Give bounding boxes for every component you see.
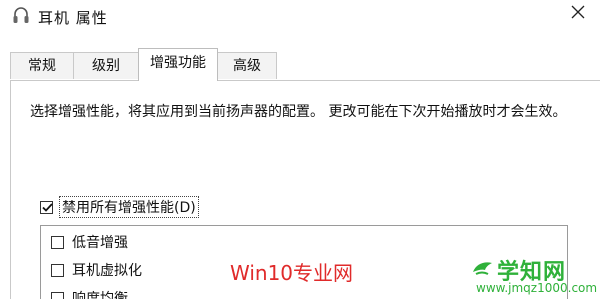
watermark-logo-url: www.jmqz1000.com xyxy=(476,281,598,295)
tab-enhancements[interactable]: 增强功能 xyxy=(138,48,218,81)
watermark-text: Win10专业网 xyxy=(230,261,354,285)
disable-all-enhancements-checkbox[interactable]: 禁用所有增强性能(D) xyxy=(40,196,199,218)
watermark-logo: 学知网 www.jmqz1000.com xyxy=(470,254,600,299)
tab-strip: 常规 级别 增强功能 高级 xyxy=(10,48,600,81)
close-button[interactable] xyxy=(560,0,594,28)
tab-advanced[interactable]: 高级 xyxy=(217,52,277,79)
close-icon xyxy=(571,5,585,19)
checkbox-unchecked[interactable] xyxy=(51,235,64,249)
list-item-headphone-virtualization[interactable]: 耳机虚拟化 xyxy=(51,259,142,281)
title-bar[interactable]: 耳机 属性 xyxy=(0,0,600,34)
properties-window: 耳机 属性 常规 级别 增强功能 高级 选择增强性能，将其应用到当前扬声器的配置… xyxy=(0,0,600,299)
window-title: 耳机 属性 xyxy=(38,9,108,27)
list-item-bass-boost[interactable]: 低音增强 xyxy=(51,231,128,253)
list-item-label: 响度均衡 xyxy=(72,291,128,299)
list-item-loudness-equalization[interactable]: 响度均衡 xyxy=(51,287,128,299)
checkmark-icon xyxy=(42,202,53,212)
bird-icon xyxy=(473,262,492,275)
enhancements-description: 选择增强性能，将其应用到当前扬声器的配置。 更改可能在下次开始播放时才会生效。 xyxy=(30,104,567,120)
list-item-label: 低音增强 xyxy=(72,235,128,251)
headphones-icon xyxy=(12,6,30,26)
checkbox-unchecked[interactable] xyxy=(51,291,64,299)
checkbox-checked[interactable] xyxy=(40,200,53,214)
list-item-label: 耳机虚拟化 xyxy=(72,263,142,279)
checkbox-unchecked[interactable] xyxy=(51,263,64,277)
tab-general[interactable]: 常规 xyxy=(10,52,74,79)
tab-levels[interactable]: 级别 xyxy=(73,52,139,79)
disable-all-label: 禁用所有增强性能(D) xyxy=(59,196,199,218)
